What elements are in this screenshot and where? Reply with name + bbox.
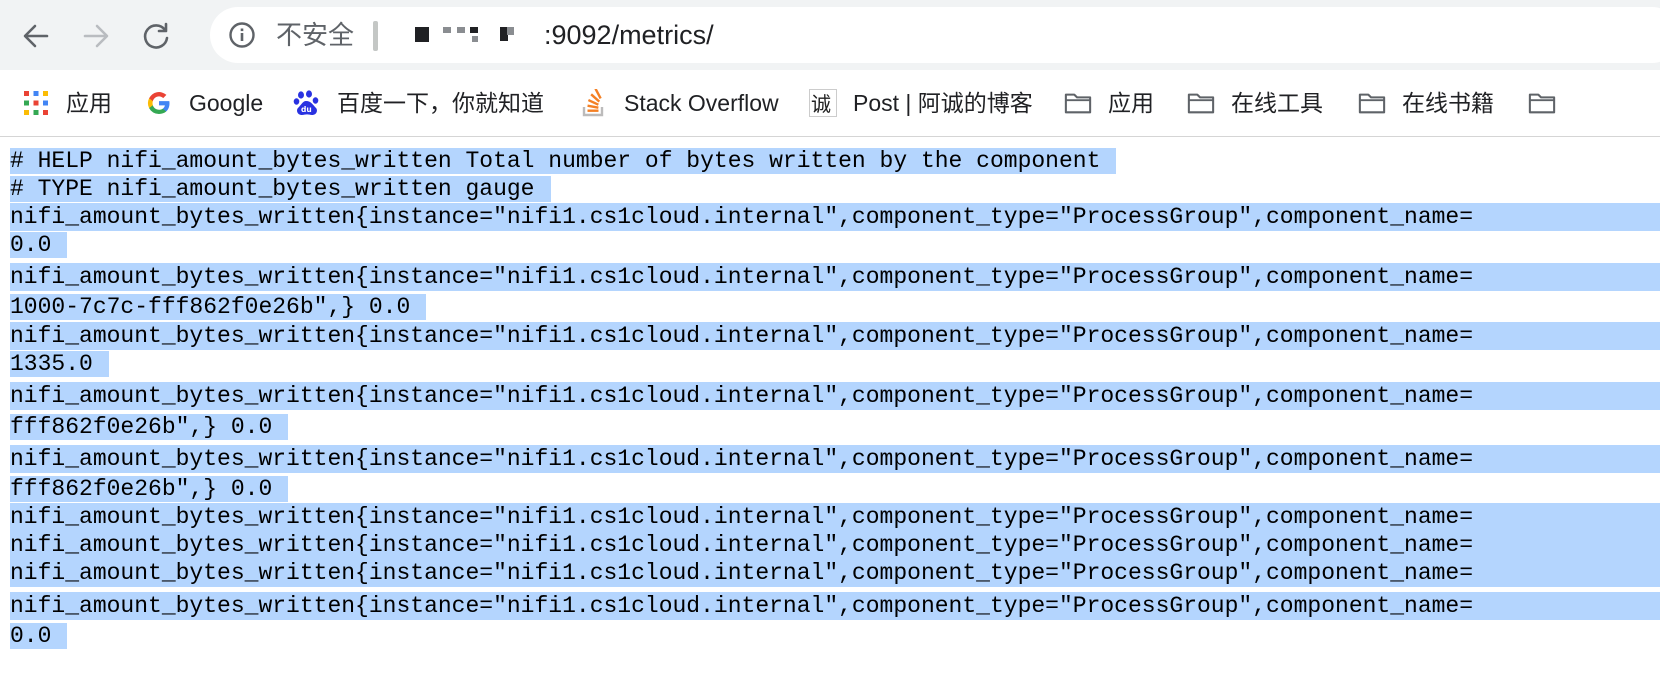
security-status-label[interactable]: 不安全 [276, 20, 354, 50]
metrics-line: nifi_amount_bytes_written{instance="nifi… [10, 531, 1660, 559]
bookmark-stackoverflow[interactable]: Stack Overflow [580, 86, 779, 120]
forward-button[interactable] [74, 14, 118, 58]
address-bar[interactable]: 不安全 :9092/metrics/ [210, 7, 1660, 63]
metrics-text-content[interactable]: # HELP nifi_amount_bytes_written Total n… [0, 137, 1660, 698]
svg-text:诚: 诚 [811, 92, 831, 116]
bookmark-folder-online-books[interactable]: 在线书籍 [1358, 86, 1494, 120]
bookmarks-bar: 应用 Google du 百度一下，你就知道 Stack Overflow 诚 … [0, 70, 1660, 137]
bookmark-label: 应用 [1108, 90, 1154, 116]
reload-icon [143, 22, 169, 49]
forward-icon [83, 24, 109, 48]
baidu-paw-icon: du [293, 89, 321, 117]
metrics-line: 0.0 [10, 622, 68, 650]
stackoverflow-icon [580, 89, 608, 117]
bookmark-label: 在线书籍 [1402, 90, 1494, 116]
metrics-line: nifi_amount_bytes_written{instance="nifi… [10, 592, 1660, 620]
metrics-line: 1335.0 [10, 350, 109, 378]
folder-icon [1358, 89, 1386, 117]
bookmark-label: Post | 阿诚的博客 [853, 90, 1033, 116]
url-redaction [415, 27, 429, 42]
bookmark-label: 应用 [66, 90, 112, 116]
metrics-line: 1000-7c7c-fff862f0e26b",} 0.0 [10, 293, 427, 321]
url-redaction [457, 27, 465, 33]
metrics-line: # HELP nifi_amount_bytes_written Total n… [10, 147, 1117, 175]
bookmark-google[interactable]: Google [145, 86, 263, 120]
metrics-line: nifi_amount_bytes_written{instance="nifi… [10, 322, 1660, 350]
metrics-line: 0.0 [10, 231, 68, 259]
svg-text:du: du [301, 105, 312, 114]
bookmark-folder-apps[interactable]: 应用 [1064, 86, 1154, 120]
metrics-line: nifi_amount_bytes_written{instance="nifi… [10, 263, 1660, 291]
folder-icon [1187, 89, 1215, 117]
bookmark-cheng-blog[interactable]: 诚 Post | 阿诚的博客 [809, 86, 1033, 120]
apps-grid-icon [22, 89, 50, 117]
bookmark-label: 在线工具 [1231, 90, 1323, 116]
cheng-blog-icon: 诚 [809, 89, 837, 117]
metrics-line: nifi_amount_bytes_written{instance="nifi… [10, 382, 1660, 410]
bookmark-label: Google [189, 90, 264, 116]
url-redaction [470, 27, 478, 33]
metrics-line: nifi_amount_bytes_written{instance="nifi… [10, 503, 1660, 531]
info-icon[interactable] [228, 21, 256, 49]
google-logo-icon [145, 89, 173, 117]
bookmark-label: Stack Overflow [624, 90, 779, 116]
bookmark-baidu[interactable]: du 百度一下，你就知道 [293, 86, 544, 120]
url-redaction [373, 21, 378, 51]
bookmark-apps[interactable]: 应用 [22, 86, 112, 120]
metrics-line: nifi_amount_bytes_written{instance="nifi… [10, 445, 1660, 473]
url-redaction [507, 27, 514, 35]
url-redaction [472, 36, 478, 42]
url-redaction [443, 27, 451, 33]
reload-button[interactable] [134, 14, 178, 58]
metrics-line: fff862f0e26b",} 0.0 [10, 475, 289, 503]
url-text[interactable]: :9092/metrics/ [544, 20, 714, 50]
bookmark-label: 百度一下，你就知道 [337, 90, 544, 116]
metrics-line: # TYPE nifi_amount_bytes_written gauge [10, 175, 551, 203]
metrics-line: nifi_amount_bytes_written{instance="nifi… [10, 203, 1660, 231]
bookmark-folder-online-tools[interactable]: 在线工具 [1187, 86, 1323, 120]
folder-icon [1528, 89, 1556, 117]
bookmark-folder-overflow[interactable] [1528, 86, 1572, 120]
back-icon [23, 24, 49, 48]
folder-icon [1064, 89, 1092, 117]
browser-toolbar: 不安全 :9092/metrics/ [0, 0, 1660, 70]
metrics-line: nifi_amount_bytes_written{instance="nifi… [10, 559, 1660, 587]
back-button[interactable] [14, 14, 58, 58]
metrics-line: fff862f0e26b",} 0.0 [10, 413, 289, 441]
